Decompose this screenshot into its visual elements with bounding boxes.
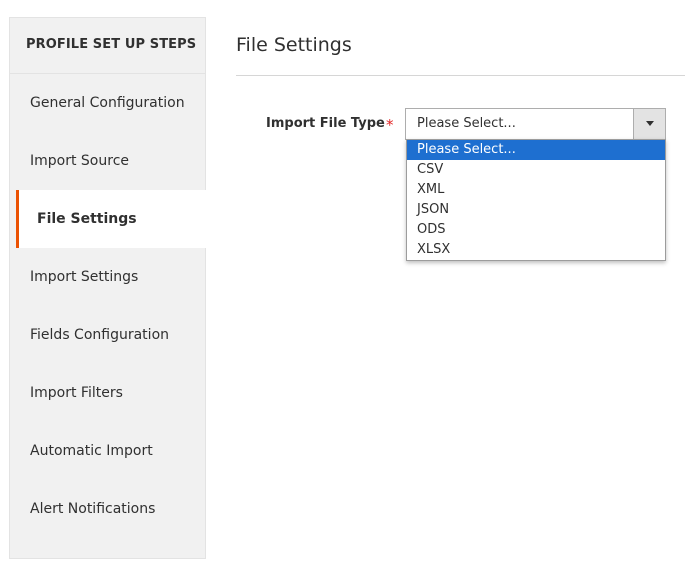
import-file-type-select[interactable]: Please Select... [405,108,666,140]
sidebar-item-import-source[interactable]: Import Source [10,132,205,190]
sidebar-item-general-configuration[interactable]: General Configuration [10,74,205,132]
sidebar-item-automatic-import[interactable]: Automatic Import [10,422,205,480]
required-asterisk: * [386,116,394,134]
sidebar-title: PROFILE SET UP STEPS [10,18,205,74]
select-current-value: Please Select... [417,116,516,131]
import-file-type-label: Import File Type [266,116,385,131]
sidebar-item-file-settings[interactable]: File Settings [16,190,213,248]
title-divider [236,75,685,76]
caret-down-icon[interactable] [633,109,665,139]
sidebar-item-alert-notifications[interactable]: Alert Notifications [10,480,205,538]
option-please-select[interactable]: Please Select... [407,140,665,160]
option-ods[interactable]: ODS [407,220,665,240]
sidebar-item-import-filters[interactable]: Import Filters [10,364,205,422]
option-xlsx[interactable]: XLSX [407,240,665,260]
steps-sidebar: PROFILE SET UP STEPS General Configurati… [9,17,213,559]
page-title: File Settings [236,34,352,56]
main-content: File Settings Import File Type * Please … [236,0,685,576]
steps-list: General Configuration Import Source File… [10,74,213,538]
sidebar-item-import-settings[interactable]: Import Settings [10,248,205,306]
file-type-dropdown-list: Please Select... CSV XML JSON ODS XLSX [406,139,666,261]
option-json[interactable]: JSON [407,200,665,220]
sidebar-item-fields-configuration[interactable]: Fields Configuration [10,306,205,364]
option-csv[interactable]: CSV [407,160,665,180]
option-xml[interactable]: XML [407,180,665,200]
